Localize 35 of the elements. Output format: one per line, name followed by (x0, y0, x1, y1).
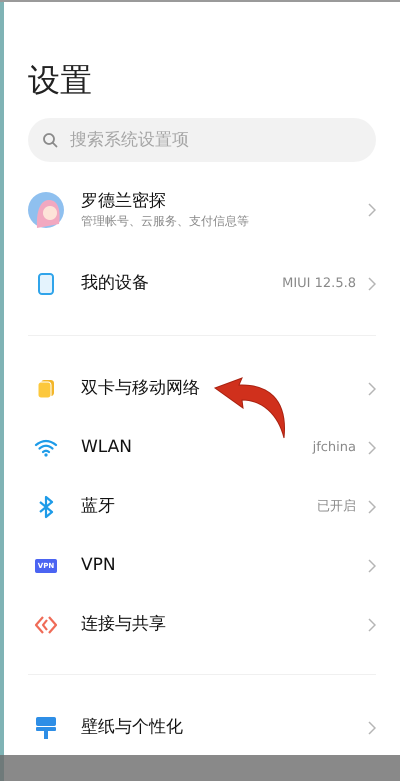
page-title: 设置 (28, 62, 93, 98)
chevron-icon (368, 277, 376, 291)
chevron-icon (368, 721, 376, 735)
chevron-icon (368, 382, 376, 396)
account-row[interactable]: 罗德兰密探 管理帐号、云服务、支付信息等 (28, 178, 376, 242)
wifi-icon (34, 438, 58, 456)
chevron-icon (368, 440, 376, 454)
settings-item[interactable]: 连接与共享 (28, 595, 376, 654)
item-value: 已开启 (317, 498, 356, 516)
bluetooth-icon (38, 494, 54, 518)
chevron-icon (368, 618, 376, 632)
share-icon (34, 614, 58, 636)
account-subtitle: 管理帐号、云服务、支付信息等 (81, 213, 250, 230)
chevron-icon (368, 558, 376, 572)
item-value: jfchina (312, 438, 356, 457)
item-label: 蓝牙 (81, 494, 116, 518)
item-label: VPN (81, 554, 117, 577)
chevron-icon (368, 203, 376, 217)
phone-icon (38, 273, 54, 295)
item-label: WLAN (81, 436, 134, 459)
chevron-icon (368, 500, 376, 514)
account-name: 罗德兰密探 (81, 190, 167, 212)
avatar (28, 192, 64, 228)
item-label: 壁纸与个性化 (81, 716, 184, 740)
search-field[interactable]: 搜索系统设置项 (28, 118, 376, 162)
sim-cards-icon (36, 378, 56, 398)
settings-item[interactable]: 我的设备 MIUI 12.5.8 (28, 254, 376, 314)
item-label: 我的设备 (81, 272, 150, 296)
item-value: MIUI 12.5.8 (282, 275, 356, 294)
settings-item[interactable]: 壁纸与个性化 (28, 701, 376, 755)
settings-item[interactable]: WLAN jfchina (28, 418, 376, 477)
item-label: 双卡与移动网络 (81, 376, 201, 400)
item-label: 连接与共享 (81, 612, 167, 636)
settings-item[interactable]: 蓝牙 已开启 (28, 477, 376, 536)
paint-roller-icon (35, 716, 57, 740)
